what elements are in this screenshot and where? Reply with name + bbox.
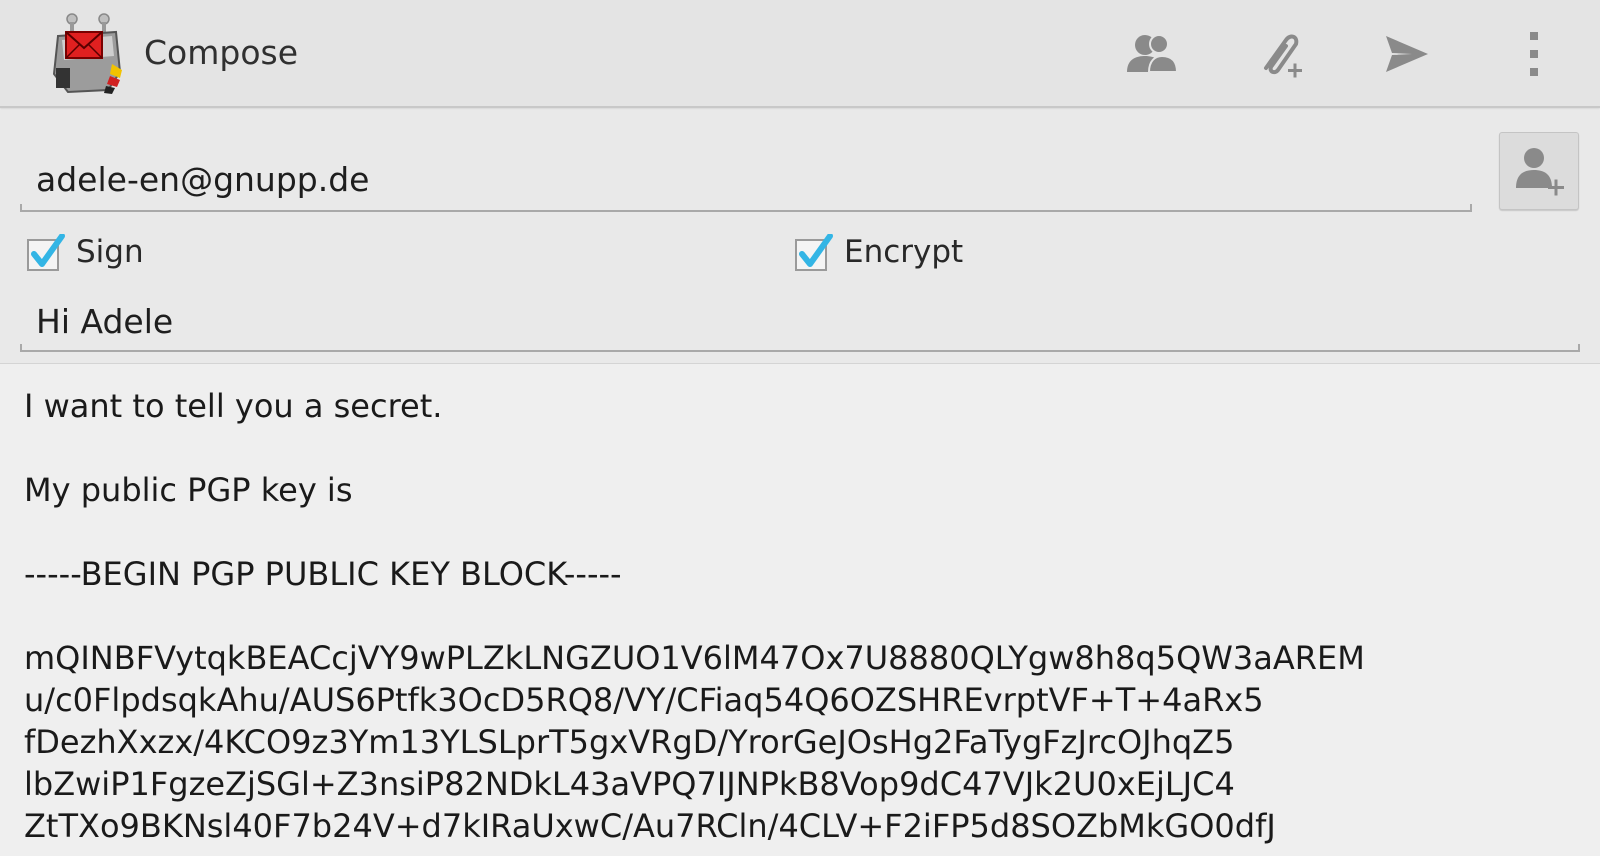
pgp-key-line: ZtTXo9BKNsl40F7b24V+d7kIRaUxwC/Au7RCln/4… <box>24 807 1276 845</box>
message-body[interactable]: I want to tell you a secret. My public P… <box>0 365 1600 856</box>
action-bar: Compose <box>0 0 1600 108</box>
send-icon <box>1386 36 1428 72</box>
action-bar-title: Compose <box>144 33 299 72</box>
contacts-icon <box>1127 34 1179 73</box>
sign-option[interactable]: Sign <box>26 230 144 274</box>
message-line: I want to tell you a secret. <box>24 387 443 425</box>
add-person-icon <box>1516 148 1564 196</box>
encrypt-option[interactable]: Encrypt <box>794 230 963 274</box>
attach-button[interactable] <box>1246 22 1310 86</box>
message-text: I want to tell you a secret. My public P… <box>24 385 1584 847</box>
to-field-value: adele-en@gnupp.de <box>36 160 370 199</box>
encrypt-label: Encrypt <box>844 234 964 270</box>
checkmark-icon <box>27 233 65 271</box>
send-button[interactable] <box>1374 22 1438 86</box>
contacts-button[interactable] <box>1120 22 1184 86</box>
app-mail-robot-icon[interactable] <box>50 12 128 96</box>
pgp-key-line: fDezhXxzx/4KCO9z3Ym13YLSLprT5gxVRgD/Yror… <box>24 723 1235 761</box>
pgp-key-line: mQINBFVytqkBEACcjVY9wPLZkLNGZUO1V6lM47Ox… <box>24 639 1365 677</box>
sign-label: Sign <box>76 234 144 270</box>
pgp-key-line: lbZwiP1FgzeZjSGl+Z3nsiP82NDkL43aVPQ7IJNP… <box>24 765 1235 803</box>
overflow-menu-button[interactable] <box>1502 22 1566 86</box>
message-line: My public PGP key is <box>24 471 353 509</box>
overflow-menu-icon <box>1530 32 1538 76</box>
subject-field[interactable]: Hi Adele <box>20 290 1580 352</box>
subject-field-value: Hi Adele <box>36 302 174 341</box>
pgp-key-line: u/c0FlpdsqkAhu/AUS6Ptfk3OcD5RQ8/VY/CFiaq… <box>24 681 1264 719</box>
sign-checkbox[interactable] <box>26 233 65 271</box>
add-recipient-button[interactable] <box>1499 132 1579 210</box>
attach-icon <box>1264 34 1302 78</box>
pgp-begin-marker: -----BEGIN PGP PUBLIC KEY BLOCK----- <box>24 555 622 593</box>
compose-header: adele-en@gnupp.de Sign Encrypt Hi Adele <box>0 110 1600 364</box>
encrypt-checkbox[interactable] <box>794 233 833 271</box>
to-field[interactable]: adele-en@gnupp.de <box>20 150 1472 212</box>
checkmark-icon <box>795 233 833 271</box>
